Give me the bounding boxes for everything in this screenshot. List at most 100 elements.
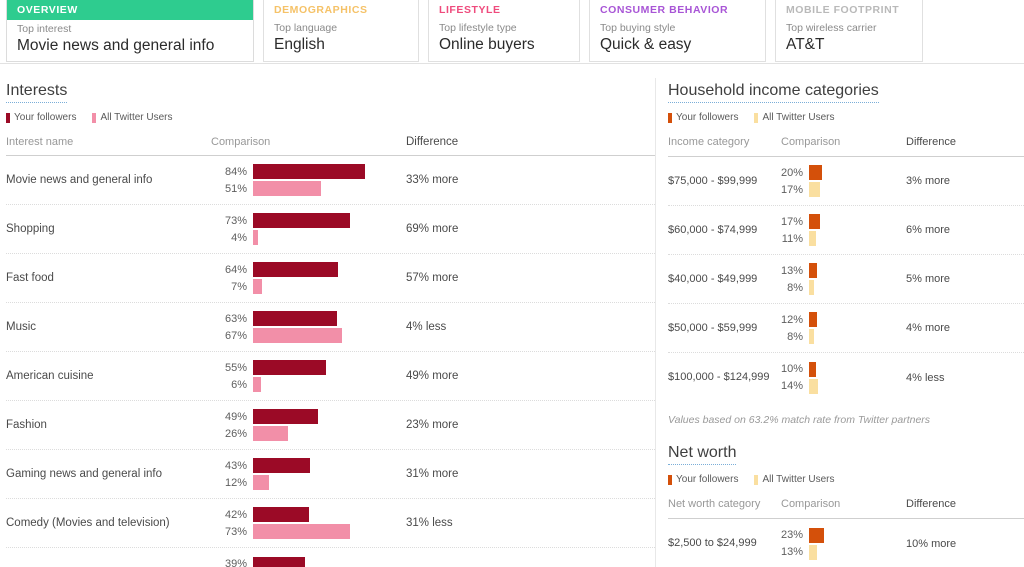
bar-value-all-users: 13% — [781, 546, 809, 558]
tab-mobile-footprint-value: AT&T — [776, 34, 922, 55]
tab-overview[interactable]: OVERVIEW Top interest Movie news and gen… — [6, 0, 254, 62]
net-worth-table-header: Net worth category Comparison Difference — [668, 485, 1024, 519]
col-income-comparison: Comparison — [781, 136, 906, 149]
net-worth-table-body: $2,500 to $24,99923%13%10% more — [668, 519, 1024, 567]
table-row: Fast food64%7%57% more — [6, 254, 655, 303]
bar-value-followers: 17% — [781, 216, 809, 228]
tab-consumer-behavior-subtitle: Top buying style — [590, 19, 765, 34]
household-income-section-title[interactable]: Household income categories — [668, 82, 879, 103]
bar-all-users — [809, 545, 817, 560]
legend-followers-label: Your followers — [14, 112, 76, 123]
bar-followers — [809, 312, 817, 327]
row-comparison-bars: 43%12% — [211, 458, 406, 490]
row-difference-value: 23% more — [406, 419, 596, 431]
table-row: Shopping73%4%69% more — [6, 205, 655, 254]
legend-all-twitter-users: All Twitter Users — [92, 112, 172, 123]
row-category-label: Fashion — [6, 419, 211, 431]
legend-your-followers: Your followers — [668, 474, 738, 485]
legend-all-twitter-users: All Twitter Users — [754, 112, 834, 123]
row-difference-value: 31% more — [406, 468, 596, 480]
table-row: $2,500 to $24,99923%13%10% more — [668, 519, 1024, 567]
col-networth-comparison: Comparison — [781, 498, 906, 511]
legend-all-users-swatch-icon — [754, 475, 758, 485]
bar-all-users — [253, 524, 350, 539]
bar-all-users — [809, 379, 818, 394]
bar-value-all-users: 51% — [211, 183, 253, 195]
bar-value-followers: 10% — [781, 363, 809, 375]
col-networth-category: Net worth category — [668, 498, 781, 511]
legend-all-twitter-users: All Twitter Users — [754, 474, 834, 485]
bar-line-all-users: 14% — [781, 379, 906, 394]
row-difference-value: 10% more — [906, 538, 996, 550]
bar-value-followers: 49% — [211, 411, 253, 423]
bar-line-followers: 10% — [781, 362, 906, 377]
bar-line-all-users: 26% — [211, 426, 406, 441]
row-comparison-bars: 13%8% — [781, 263, 906, 295]
row-difference-value: 3% more — [906, 175, 996, 187]
row-difference-value: 4% more — [906, 322, 996, 334]
bar-value-all-users: 67% — [211, 330, 253, 342]
interests-panel: Interests Your followers All Twitter Use… — [0, 82, 655, 567]
income-networth-panel: Household income categories Your followe… — [656, 82, 1024, 567]
legend-your-followers: Your followers — [668, 112, 738, 123]
bar-line-all-users: 8% — [781, 280, 906, 295]
interests-section-title[interactable]: Interests — [6, 82, 67, 103]
net-worth-section-title[interactable]: Net worth — [668, 444, 736, 465]
bar-followers — [253, 409, 318, 424]
content-area: Interests Your followers All Twitter Use… — [0, 64, 1024, 567]
bar-all-users — [253, 377, 261, 392]
household-income-legend: Your followers All Twitter Users — [668, 112, 1024, 123]
bar-line-followers: 23% — [781, 528, 906, 543]
row-comparison-bars: 23%13% — [781, 528, 906, 560]
bar-followers — [253, 557, 305, 567]
bar-value-followers: 13% — [781, 265, 809, 277]
legend-followers-swatch-icon — [668, 113, 672, 123]
row-comparison-bars: 64%7% — [211, 262, 406, 294]
bar-line-all-users: 67% — [211, 328, 406, 343]
bar-line-followers: 13% — [781, 263, 906, 278]
tab-consumer-behavior[interactable]: CONSUMER BEHAVIOR Top buying style Quick… — [589, 0, 766, 62]
table-row: $60,000 - $74,99917%11%6% more — [668, 206, 1024, 255]
tab-overview-value: Movie news and general info — [7, 35, 253, 56]
tab-demographics-subtitle: Top language — [264, 19, 418, 34]
bar-followers — [809, 263, 817, 278]
summary-tab-bar: OVERVIEW Top interest Movie news and gen… — [0, 0, 1024, 64]
col-interest-comparison: Comparison — [211, 136, 406, 148]
bar-followers — [253, 507, 309, 522]
row-comparison-bars: 17%11% — [781, 214, 906, 246]
table-row: 39% — [6, 548, 655, 567]
table-row: Gaming news and general info43%12%31% mo… — [6, 450, 655, 499]
bar-value-followers: 84% — [211, 166, 253, 178]
section-spacer — [668, 427, 1024, 444]
bar-line-all-users: 73% — [211, 524, 406, 539]
tab-demographics[interactable]: DEMOGRAPHICS Top language English — [263, 0, 419, 62]
bar-line-followers: 43% — [211, 458, 406, 473]
tab-lifestyle[interactable]: LIFESTYLE Top lifestyle type Online buye… — [428, 0, 580, 62]
bar-value-all-users: 73% — [211, 526, 253, 538]
row-difference-value: 4% less — [906, 372, 996, 384]
bar-value-all-users: 8% — [781, 282, 809, 294]
bar-value-all-users: 11% — [781, 233, 809, 245]
table-row: $50,000 - $59,99912%8%4% more — [668, 304, 1024, 353]
row-comparison-bars: 55%6% — [211, 360, 406, 392]
interests-table-header: Interest name Comparison Difference — [6, 123, 655, 156]
tab-mobile-footprint-subtitle: Top wireless carrier — [776, 19, 922, 34]
bar-line-all-users: 4% — [211, 230, 406, 245]
interests-legend: Your followers All Twitter Users — [6, 112, 655, 123]
bar-line-followers: 17% — [781, 214, 906, 229]
bar-all-users — [253, 230, 258, 245]
row-comparison-bars: 84%51% — [211, 164, 406, 196]
bar-value-followers: 63% — [211, 313, 253, 325]
bar-value-followers: 12% — [781, 314, 809, 326]
tab-demographics-value: English — [264, 34, 418, 55]
tab-overview-subtitle: Top interest — [7, 20, 253, 35]
legend-followers-swatch-icon — [668, 475, 672, 485]
col-interest-difference: Difference — [406, 136, 596, 148]
bar-value-followers: 64% — [211, 264, 253, 276]
bar-all-users — [809, 182, 820, 197]
bar-followers — [253, 213, 350, 228]
bar-all-users — [253, 279, 262, 294]
row-category-label: $75,000 - $99,999 — [668, 175, 781, 188]
tab-mobile-footprint[interactable]: MOBILE FOOTPRINT Top wireless carrier AT… — [775, 0, 923, 62]
table-row: $75,000 - $99,99920%17%3% more — [668, 157, 1024, 206]
